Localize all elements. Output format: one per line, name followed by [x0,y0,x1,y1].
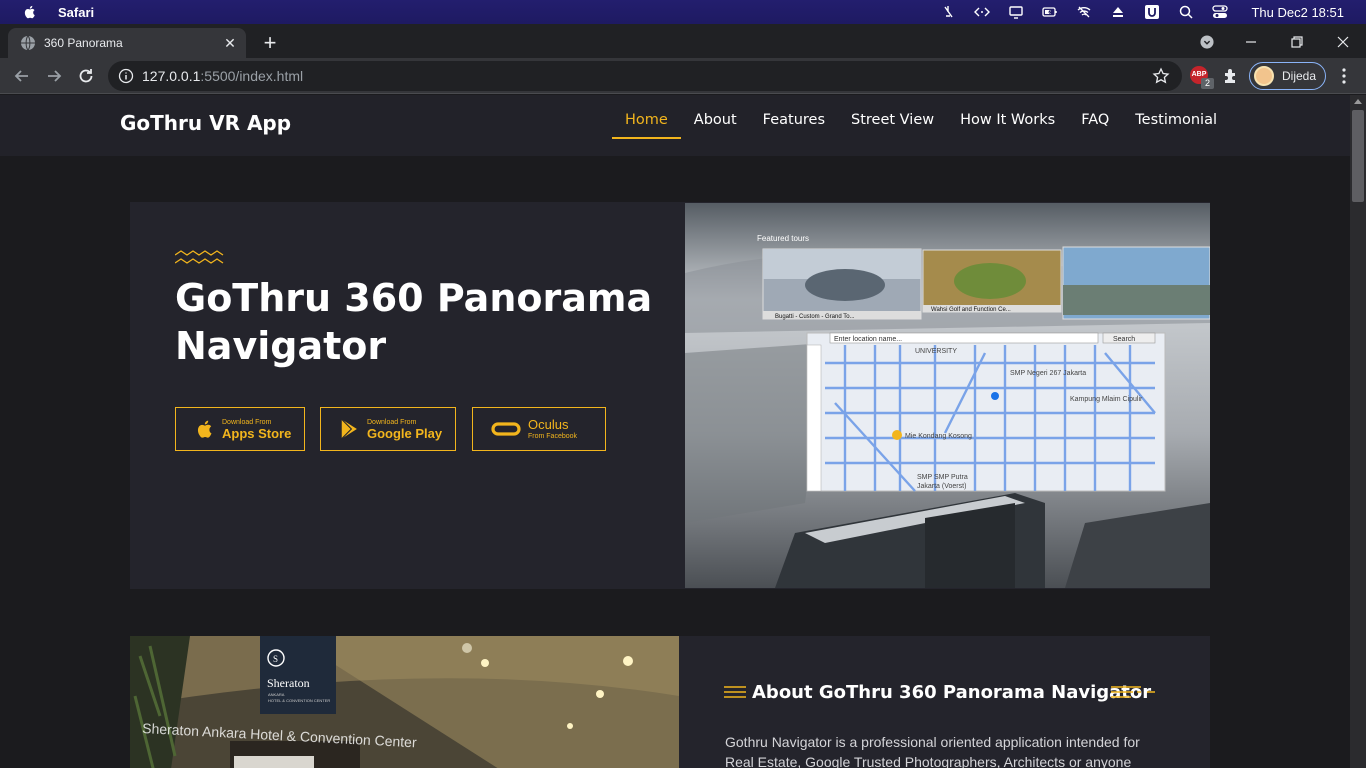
svg-text:Mie Kondang Kosong: Mie Kondang Kosong [905,433,972,440]
minimize-button[interactable] [1229,28,1273,56]
active-app-name[interactable]: Safari [58,5,94,20]
forward-button[interactable] [42,64,66,88]
about-hotel-image: S Sheraton ANKARA HOTEL & CONVENTION CEN… [130,636,679,768]
site-navbar: GoThru VR App Home About Features Street… [0,95,1350,156]
restore-button[interactable] [1275,28,1319,56]
about-heading: About GoThru 360 Panorama Navigator [752,682,1152,703]
more-menu-icon[interactable] [1336,66,1352,86]
restore-icon [1291,36,1303,48]
site-menu: Home About Features Street View How It W… [611,95,1230,156]
nav-about[interactable]: About [681,95,750,156]
oculus-small: From Facebook [528,432,578,440]
apple-icon [197,420,212,438]
app-store-big: Apps Store [222,425,292,441]
google-play-big: Google Play [367,425,443,441]
profile-button[interactable]: Dijeda [1249,62,1326,90]
address-bar[interactable]: 127.0.0.1:5500/index.html [108,61,1182,91]
close-icon [1337,36,1349,48]
site-brand[interactable]: GoThru VR App [120,111,291,135]
svg-text:HOTEL & CONVENTION CENTER: HOTEL & CONVENTION CENTER [268,698,330,703]
menubar-clock[interactable]: Thu Dec2 18:51 [1251,5,1344,20]
svg-text:ANKARA: ANKARA [268,692,285,697]
nav-home[interactable]: Home [611,95,681,156]
mic-muted-icon[interactable] [931,0,965,24]
google-play-icon [341,418,357,440]
os-menubar: Safari Thu Dec2 18:51 [0,0,1366,24]
sheraton-logo-text: Sheraton [267,676,310,690]
hero-title: GoThru 360 Panorama Navigator [175,276,653,368]
featured-tour-thumb[interactable] [1062,246,1210,320]
wifi-off-icon[interactable] [1067,0,1101,24]
control-center-icon[interactable] [1203,0,1237,24]
hero-section: GoThru 360 Panorama Navigator Download F… [130,202,1210,589]
oculus-icon [491,422,521,436]
arrow-right-icon [48,70,62,82]
battery-icon[interactable] [1033,0,1067,24]
google-play-button[interactable]: Download From Google Play [320,407,456,451]
arrow-left-icon [14,70,28,82]
browser-toolbar: 127.0.0.1:5500/index.html [0,58,1366,94]
spotlight-search-icon[interactable] [1169,0,1203,24]
hero-vr-screenshot: Featured tours Bugatti - Custom - Grand … [685,203,1210,588]
tab-title: 360 Panorama [44,36,123,50]
avatar [1254,66,1274,86]
url-text[interactable]: 127.0.0.1:5500/index.html [142,68,303,84]
reload-icon [79,69,93,83]
new-tab-button[interactable]: + [258,32,282,56]
page-scrollbar[interactable] [1350,95,1366,768]
sheraton-sign: S Sheraton ANKARA HOTEL & CONVENTION CEN… [260,636,336,714]
svg-text:SMP Negeri 267 Jakarta: SMP Negeri 267 Jakarta [1010,370,1086,377]
svg-text:Jakarta (Voerst): Jakarta (Voerst) [917,483,966,490]
featured-tours-label: Featured tours [757,234,809,243]
app-store-button[interactable]: Download From Apps Store [175,407,305,451]
tab-close-icon[interactable]: ✕ [222,35,238,51]
close-window-button[interactable] [1321,28,1365,56]
bookmark-star-icon[interactable] [1152,67,1170,85]
lines-decoration-icon [1111,686,1155,698]
nav-features[interactable]: Features [750,95,838,156]
scroll-up-icon[interactable] [1354,99,1362,104]
tab-strip: 360 Panorama ✕ + [0,24,1366,58]
back-button[interactable] [10,64,34,88]
info-icon[interactable] [118,68,134,84]
globe-icon [21,35,35,51]
nav-how-it-works[interactable]: How It Works [947,95,1068,156]
svg-text:UNIVERSITY: UNIVERSITY [915,348,957,355]
scroll-thumb[interactable] [1352,110,1364,202]
svg-text:SMP SMP Putra: SMP SMP Putra [917,474,968,481]
svg-text:S: S [273,654,278,664]
lines-decoration-icon [724,686,746,698]
nav-street-view[interactable]: Street View [838,95,947,156]
browser-tab[interactable]: 360 Panorama ✕ [8,28,246,58]
svg-text:Bugatti - Custom - Grand To...: Bugatti - Custom - Grand To... [775,314,855,320]
oculus-button[interactable]: Oculus From Facebook [472,407,606,451]
tab-search-button[interactable] [1185,28,1229,56]
map-search-input[interactable]: Enter location name... [834,336,902,343]
reload-button[interactable] [74,64,98,88]
oculus-big: Oculus [528,416,569,432]
nav-testimonial[interactable]: Testimonial [1122,95,1230,156]
map-search-button[interactable]: Search [1113,336,1135,343]
featured-tour-thumb[interactable]: Bugatti - Custom - Grand To... [762,248,922,320]
featured-tour-thumb[interactable]: Wahsi Golf and Function Ce... [922,249,1062,313]
extensions-puzzle-icon[interactable] [1221,66,1241,86]
zigzag-decoration-icon [175,250,224,264]
about-section: S Sheraton ANKARA HOTEL & CONVENTION CEN… [130,636,1210,768]
display-icon[interactable] [999,0,1033,24]
svg-text:Kampung Mlaim Cipulir: Kampung Mlaim Cipulir [1070,396,1143,403]
svg-text:Wahsi Golf and Function Ce...: Wahsi Golf and Function Ce... [931,307,1011,313]
apple-icon[interactable] [22,4,38,20]
nav-faq[interactable]: FAQ [1068,95,1122,156]
minimize-icon [1246,41,1256,43]
about-text: Gothru Navigator is a professional orien… [725,734,1140,768]
map-panel[interactable]: Enter location name... Search UNIVERSITY… [806,332,1166,492]
profile-name: Dijeda [1282,69,1317,83]
page-viewport: GoThru VR App Home About Features Street… [0,95,1350,768]
eject-icon[interactable] [1101,0,1135,24]
user-u-icon[interactable] [1135,0,1169,24]
code-icon[interactable] [965,0,999,24]
chevron-down-icon [1200,35,1214,49]
adblock-badge: 2 [1201,78,1214,89]
